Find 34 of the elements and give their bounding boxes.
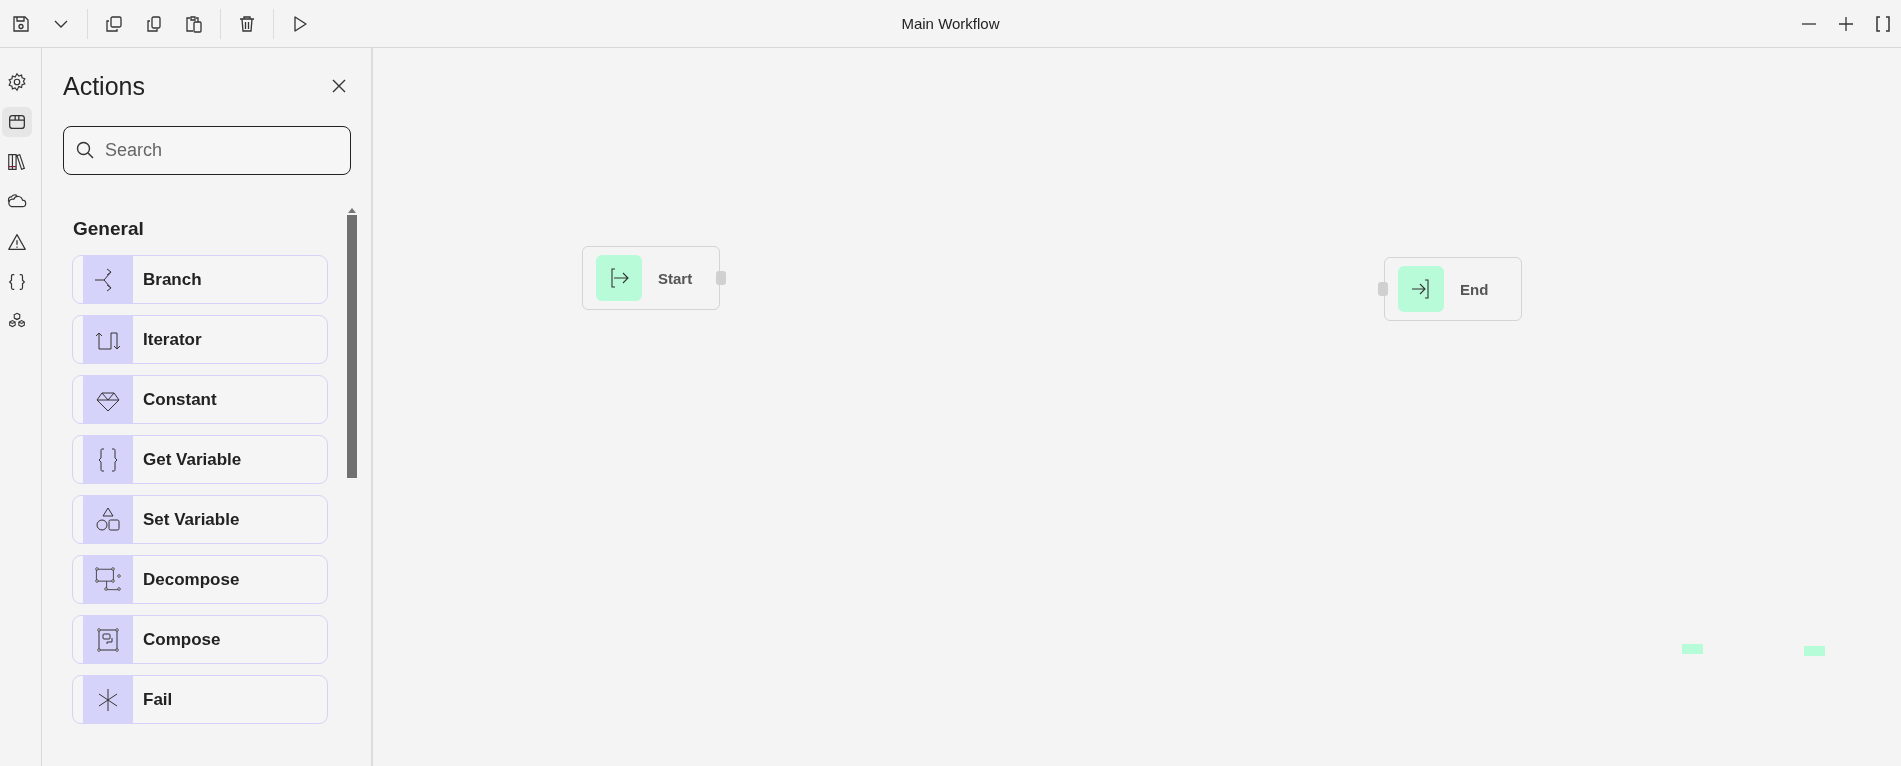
input-port[interactable] (1378, 282, 1388, 296)
minimap-marker (1682, 644, 1703, 654)
search-field[interactable]: Search (63, 126, 351, 175)
action-item[interactable]: Set Variable (72, 495, 328, 544)
arrow-out-of-bracket-icon (596, 255, 642, 301)
books-icon (5, 151, 28, 173)
asterisk-icon (83, 676, 133, 723)
settings-icon (5, 71, 28, 93)
branch-icon (83, 256, 133, 303)
action-item[interactable]: Fail (72, 675, 328, 724)
workflow-node[interactable]: Start (582, 246, 720, 310)
braces-icon (83, 436, 133, 483)
sidebar-tab[interactable] (1, 107, 32, 137)
minimap-marker (1804, 646, 1825, 656)
panel-title: Actions (63, 71, 145, 101)
section-heading: General (73, 218, 145, 241)
action-item[interactable]: Decompose (72, 555, 328, 604)
action-item[interactable]: Branch (72, 255, 328, 304)
action-item[interactable]: Get Variable (72, 435, 328, 484)
window-title: Main Workflow (901, 15, 1000, 32)
workflow-node[interactable]: End (1384, 257, 1522, 321)
arrow-into-bracket-icon (1398, 266, 1444, 312)
action-item[interactable]: Constant (72, 375, 328, 424)
action-item[interactable]: Compose (72, 615, 328, 664)
workflow-canvas[interactable]: Start End (373, 48, 1901, 766)
scroll-up-icon[interactable] (348, 208, 356, 213)
loop-arrows-icon (83, 316, 133, 363)
shapes-icon (83, 496, 133, 543)
warning-icon (5, 231, 28, 253)
scrollbar-thumb[interactable] (347, 215, 357, 478)
action-item[interactable]: Iterator (72, 315, 328, 364)
frame-icon (83, 616, 133, 663)
split-frames-icon (83, 556, 133, 603)
search-icon (75, 140, 95, 160)
